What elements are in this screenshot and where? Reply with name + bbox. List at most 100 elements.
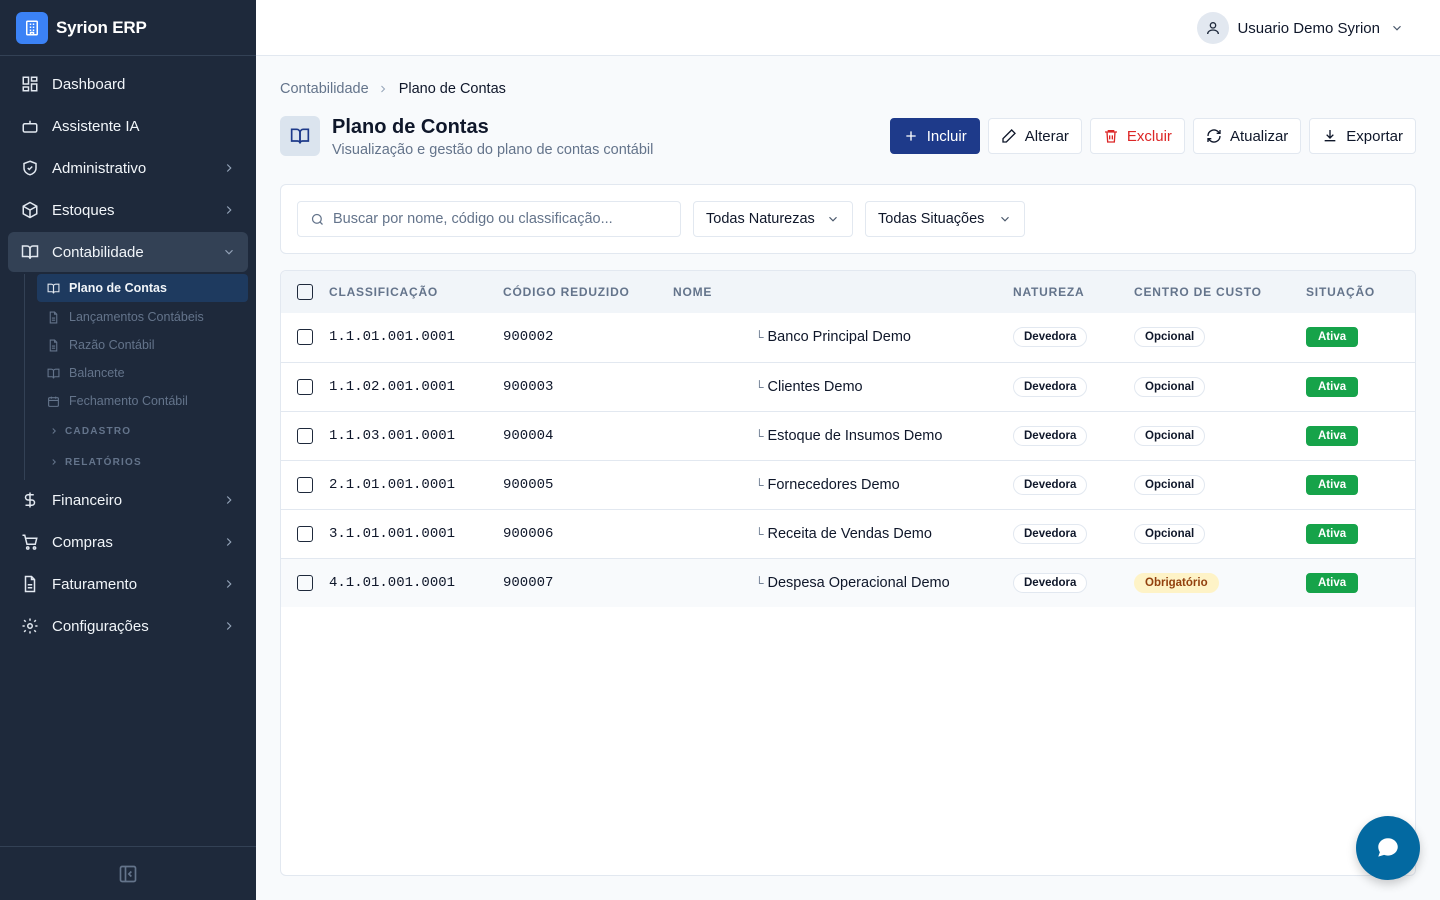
chevron-right-icon xyxy=(377,82,391,96)
sidebar-group-label: CADASTRO xyxy=(65,425,132,437)
sidebar-item-estoques[interactable]: Estoques xyxy=(8,190,248,230)
book-icon xyxy=(47,281,61,295)
cell-codigo: 900004 xyxy=(503,427,554,444)
sidebar-subitem-fechamento[interactable]: Fechamento Contábil xyxy=(37,388,248,414)
chevron-right-icon xyxy=(226,580,232,588)
chevron-right-icon xyxy=(226,622,232,630)
sidebar-collapse-button[interactable] xyxy=(0,846,256,900)
status-select[interactable]: Todas Situações xyxy=(865,201,1025,237)
row-checkbox[interactable] xyxy=(297,525,313,542)
column-header[interactable]: CLASSIFICAÇÃO xyxy=(329,271,503,313)
add-button-label: Incluir xyxy=(926,127,967,145)
row-checkbox[interactable] xyxy=(297,476,313,493)
edit-button[interactable]: Alterar xyxy=(987,118,1082,154)
search-input[interactable] xyxy=(333,211,653,227)
breadcrumb-parent[interactable]: Contabilidade xyxy=(280,81,369,97)
sidebar-item-label: Compras xyxy=(52,533,113,551)
sidebar-item-dashboard[interactable]: Dashboard xyxy=(8,64,248,104)
chevron-down-icon xyxy=(1393,25,1401,31)
table-row[interactable]: 2.1.01.001.0001 900005 └ Fornecedores Dem… xyxy=(281,460,1415,509)
sidebar-subitem-razao[interactable]: Razão Contábil xyxy=(37,332,248,358)
table-row[interactable]: 1.1.03.001.0001 900004 └ Estoque de Insum… xyxy=(281,411,1415,460)
cost-center-badge: Opcional xyxy=(1134,376,1206,397)
nature-badge: Devedora xyxy=(1013,376,1088,397)
status-select-value: Todas Situações xyxy=(878,211,985,227)
column-header[interactable]: CENTRO DE CUSTO xyxy=(1134,271,1306,313)
refresh-icon xyxy=(1206,128,1222,144)
sidebar-subitem-balancete[interactable]: Balancete xyxy=(37,360,248,386)
tree-branch-icon: └ xyxy=(755,330,764,345)
table-header-row: CLASSIFICAÇÃO CÓDIGO REDUZIDO NOME NATUR… xyxy=(281,271,1415,313)
building-icon xyxy=(16,11,48,44)
column-header[interactable]: NOME xyxy=(673,271,1013,313)
sidebar-group-relatorios[interactable]: RELATÓRIOS xyxy=(37,448,248,476)
chevron-down-icon xyxy=(829,216,837,222)
sidebar-subitem-lancamentos[interactable]: Lançamentos Contábeis xyxy=(37,304,248,330)
status-badge: Ativa xyxy=(1306,376,1359,397)
sidebar-item-contabilidade[interactable]: Contabilidade xyxy=(8,232,248,272)
sidebar-subitem-label: Plano de Contas xyxy=(69,281,167,295)
file-icon xyxy=(47,338,61,352)
delete-button[interactable]: Excluir xyxy=(1089,118,1185,154)
nature-badge: Devedora xyxy=(1013,425,1088,446)
sidebar-item-faturamento[interactable]: Faturamento xyxy=(8,564,248,604)
column-header[interactable]: CÓDIGO REDUZIDO xyxy=(503,271,673,313)
toolbar: Incluir Alterar Excluir Atualizar Export… xyxy=(889,118,1416,154)
cost-center-badge: Opcional xyxy=(1134,523,1206,544)
select-all-checkbox[interactable] xyxy=(297,284,313,300)
column-header[interactable]: SITUAÇÃO xyxy=(1306,271,1415,313)
row-checkbox[interactable] xyxy=(297,574,313,591)
page-title: Plano de Contas xyxy=(332,116,489,138)
dollar-icon xyxy=(20,490,40,510)
sidebar-subitem-plano-de-contas[interactable]: Plano de Contas xyxy=(37,274,248,302)
tree-branch-icon: └ xyxy=(755,575,764,590)
sidebar-item-label: Dashboard xyxy=(52,75,126,93)
download-icon xyxy=(1322,128,1338,144)
status-badge: Ativa xyxy=(1306,474,1359,495)
table-row[interactable]: 4.1.01.001.0001 900007 └ Despesa Operacio… xyxy=(281,558,1415,607)
sidebar-item-administrativo[interactable]: Administrativo xyxy=(8,148,248,188)
sidebar-nav: Dashboard Assistente IA Administrativo E… xyxy=(0,56,256,646)
sidebar-item-label: Configurações xyxy=(52,617,149,635)
user-menu[interactable]: Usuario Demo Syrion xyxy=(1197,12,1404,44)
add-button[interactable]: Incluir xyxy=(889,118,980,154)
top-bar: Usuario Demo Syrion xyxy=(256,0,1440,56)
table-row[interactable]: 3.1.01.001.0001 900006 └ Receita de Venda… xyxy=(281,509,1415,558)
chat-fab-button[interactable] xyxy=(1356,816,1420,880)
sidebar-item-compras[interactable]: Compras xyxy=(8,522,248,562)
nature-select[interactable]: Todas Naturezas xyxy=(693,201,853,237)
chevron-down-icon xyxy=(225,249,233,255)
row-checkbox[interactable] xyxy=(297,427,313,444)
cell-codigo: 900003 xyxy=(503,378,554,395)
book-icon xyxy=(280,116,320,156)
nature-badge: Devedora xyxy=(1013,474,1088,495)
tree-branch-icon: └ xyxy=(755,379,764,394)
refresh-button[interactable]: Atualizar xyxy=(1192,118,1302,154)
table-row[interactable]: 1.1.01.001.0001 900002 └ Banco Principal … xyxy=(281,313,1415,362)
sidebar-group-cadastro[interactable]: CADASTRO xyxy=(37,417,248,445)
sidebar-item-configuracoes[interactable]: Configurações xyxy=(8,606,248,646)
sidebar-item-label: Contabilidade xyxy=(52,243,144,261)
chevron-right-icon xyxy=(52,428,56,434)
cell-classificacao: 4.1.01.001.0001 xyxy=(329,574,456,591)
sidebar-item-financeiro[interactable]: Financeiro xyxy=(8,480,248,520)
table-row[interactable]: 1.1.02.001.0001 900003 └ Clientes Demo De… xyxy=(281,362,1415,411)
nature-badge: Devedora xyxy=(1013,572,1088,593)
sidebar-item-assistente-ia[interactable]: Assistente IA xyxy=(8,106,248,146)
brand[interactable]: Syrion ERP xyxy=(0,0,256,56)
status-badge: Ativa xyxy=(1306,327,1359,348)
export-button[interactable]: Exportar xyxy=(1309,118,1416,154)
sidebar-item-label: Faturamento xyxy=(52,575,138,593)
chevron-right-icon xyxy=(226,164,232,172)
search-icon xyxy=(311,213,323,225)
brand-name: Syrion ERP xyxy=(56,17,147,37)
page-subtitle: Visualização e gestão do plano de contas… xyxy=(332,142,654,158)
sidebar-subitem-label: Balancete xyxy=(69,366,125,380)
row-checkbox[interactable] xyxy=(297,329,313,346)
row-checkbox[interactable] xyxy=(297,378,313,395)
shield-icon xyxy=(20,158,40,178)
sidebar-group-label: RELATÓRIOS xyxy=(65,456,142,468)
sidebar-subitem-label: Razão Contábil xyxy=(69,338,155,352)
tree-branch-icon: └ xyxy=(755,428,764,443)
column-header[interactable]: NATUREZA xyxy=(1013,271,1134,313)
